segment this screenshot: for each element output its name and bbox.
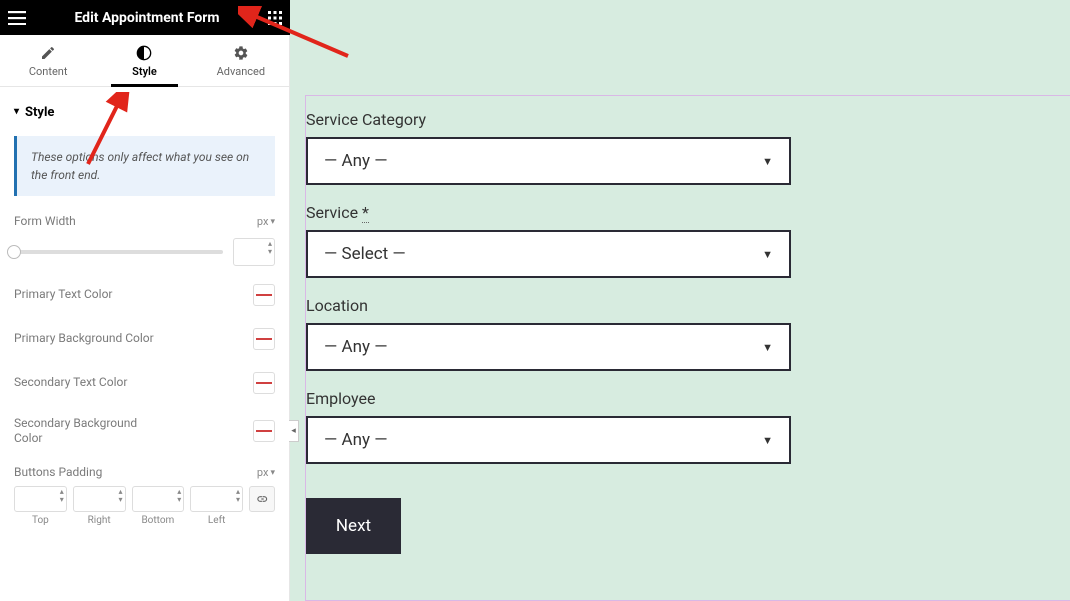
- field-location: Location — Any — ▼: [306, 296, 1070, 389]
- padding-side-label: Bottom: [141, 515, 174, 526]
- section-toggle-style[interactable]: ▾ Style: [14, 99, 275, 126]
- pencil-icon: [40, 45, 56, 61]
- tab-bar: Content Style Advanced: [0, 35, 289, 87]
- chevron-down-icon: ▾: [270, 468, 275, 478]
- field-label: Service *: [306, 203, 1070, 222]
- control-buttons-padding: Buttons Padding px ▾: [14, 465, 275, 481]
- hamburger-icon[interactable]: [8, 11, 26, 25]
- field-employee: Employee — Any — ▼: [306, 389, 1070, 482]
- control-label: Primary Text Color: [14, 287, 253, 303]
- control-secondary-bg-color: Secondary Background Color: [14, 416, 275, 447]
- slider-handle[interactable]: [7, 245, 21, 259]
- field-label: Employee: [306, 389, 1070, 408]
- color-picker-button[interactable]: [253, 328, 275, 350]
- form-width-slider[interactable]: [14, 250, 223, 254]
- spinner-arrows[interactable]: ▴▾: [268, 240, 272, 256]
- next-button[interactable]: Next: [306, 498, 401, 554]
- tab-advanced[interactable]: Advanced: [193, 35, 289, 86]
- field-label: Location: [306, 296, 1070, 315]
- caret-down-icon: ▼: [762, 155, 773, 168]
- section-title: Style: [25, 105, 54, 120]
- form-width-slider-row: ▴▾: [14, 238, 275, 266]
- spinner-arrows[interactable]: ▴▾: [118, 488, 122, 504]
- service-category-select[interactable]: — Any — ▼: [306, 137, 791, 185]
- apps-grid-icon[interactable]: [268, 11, 282, 25]
- control-label: Secondary Text Color: [14, 375, 253, 391]
- tab-content[interactable]: Content: [0, 35, 96, 86]
- unit-selector[interactable]: px ▾: [257, 215, 275, 228]
- required-mark: *: [362, 203, 369, 223]
- padding-side-label: Top: [32, 515, 49, 526]
- link-values-button[interactable]: [249, 486, 275, 512]
- control-primary-bg-color: Primary Background Color: [14, 328, 275, 350]
- select-value: — Select —: [324, 244, 406, 264]
- color-picker-button[interactable]: [253, 420, 275, 442]
- control-primary-text-color: Primary Text Color: [14, 284, 275, 306]
- control-label: Form Width: [14, 214, 257, 230]
- field-service-category: Service Category — Any — ▼: [306, 110, 1070, 203]
- editor-header: Edit Appointment Form: [0, 0, 290, 35]
- preview-canvas: ◂ Service Category — Any — ▼ Service * —…: [290, 0, 1070, 601]
- control-label: Secondary Background Color: [14, 416, 164, 447]
- contrast-icon: [136, 45, 152, 61]
- caret-down-icon: ▼: [762, 341, 773, 354]
- no-color-icon: [256, 338, 272, 340]
- service-select[interactable]: — Select — ▼: [306, 230, 791, 278]
- padding-side-label: Right: [88, 515, 111, 526]
- gear-icon: [233, 45, 249, 61]
- editor-sidebar: Content Style Advanced ▾ Style These opt…: [0, 35, 290, 601]
- button-label: Next: [336, 516, 371, 536]
- spinner-arrows[interactable]: ▴▾: [236, 488, 240, 504]
- select-value: — Any —: [324, 430, 388, 450]
- link-icon: [255, 492, 269, 506]
- padding-inputs: ▴▾ Top ▴▾ Right ▴▾ Bottom ▴▾ Left: [14, 486, 275, 526]
- tab-label: Advanced: [217, 65, 265, 78]
- field-service: Service * — Select — ▼: [306, 203, 1070, 296]
- employee-select[interactable]: — Any — ▼: [306, 416, 791, 464]
- appointment-form: Service Category — Any — ▼ Service * — S…: [305, 95, 1070, 601]
- style-panel: ▾ Style These options only affect what y…: [0, 87, 289, 546]
- spinner-arrows[interactable]: ▴▾: [177, 488, 181, 504]
- control-form-width: Form Width px ▾: [14, 214, 275, 230]
- control-label: Primary Background Color: [14, 331, 253, 347]
- page-title: Edit Appointment Form: [26, 10, 268, 26]
- padding-side-label: Left: [208, 515, 225, 526]
- spinner-arrows[interactable]: ▴▾: [60, 488, 64, 504]
- chevron-left-icon: ◂: [291, 426, 296, 436]
- location-select[interactable]: — Any — ▼: [306, 323, 791, 371]
- collapse-sidebar-button[interactable]: ◂: [289, 420, 299, 442]
- no-color-icon: [256, 430, 272, 432]
- info-notice: These options only affect what you see o…: [14, 136, 275, 196]
- control-label: Buttons Padding: [14, 465, 257, 481]
- unit-selector[interactable]: px ▾: [257, 466, 275, 479]
- tab-label: Style: [132, 65, 157, 78]
- no-color-icon: [256, 294, 272, 296]
- no-color-icon: [256, 382, 272, 384]
- control-secondary-text-color: Secondary Text Color: [14, 372, 275, 394]
- select-value: — Any —: [324, 151, 388, 171]
- tab-label: Content: [29, 65, 68, 78]
- caret-down-icon: ▼: [762, 434, 773, 447]
- chevron-down-icon: ▾: [270, 217, 275, 227]
- chevron-down-icon: ▾: [14, 106, 19, 117]
- select-value: — Any —: [324, 337, 388, 357]
- tab-style[interactable]: Style: [96, 35, 192, 86]
- caret-down-icon: ▼: [762, 248, 773, 261]
- color-picker-button[interactable]: [253, 284, 275, 306]
- field-label: Service Category: [306, 110, 1070, 129]
- color-picker-button[interactable]: [253, 372, 275, 394]
